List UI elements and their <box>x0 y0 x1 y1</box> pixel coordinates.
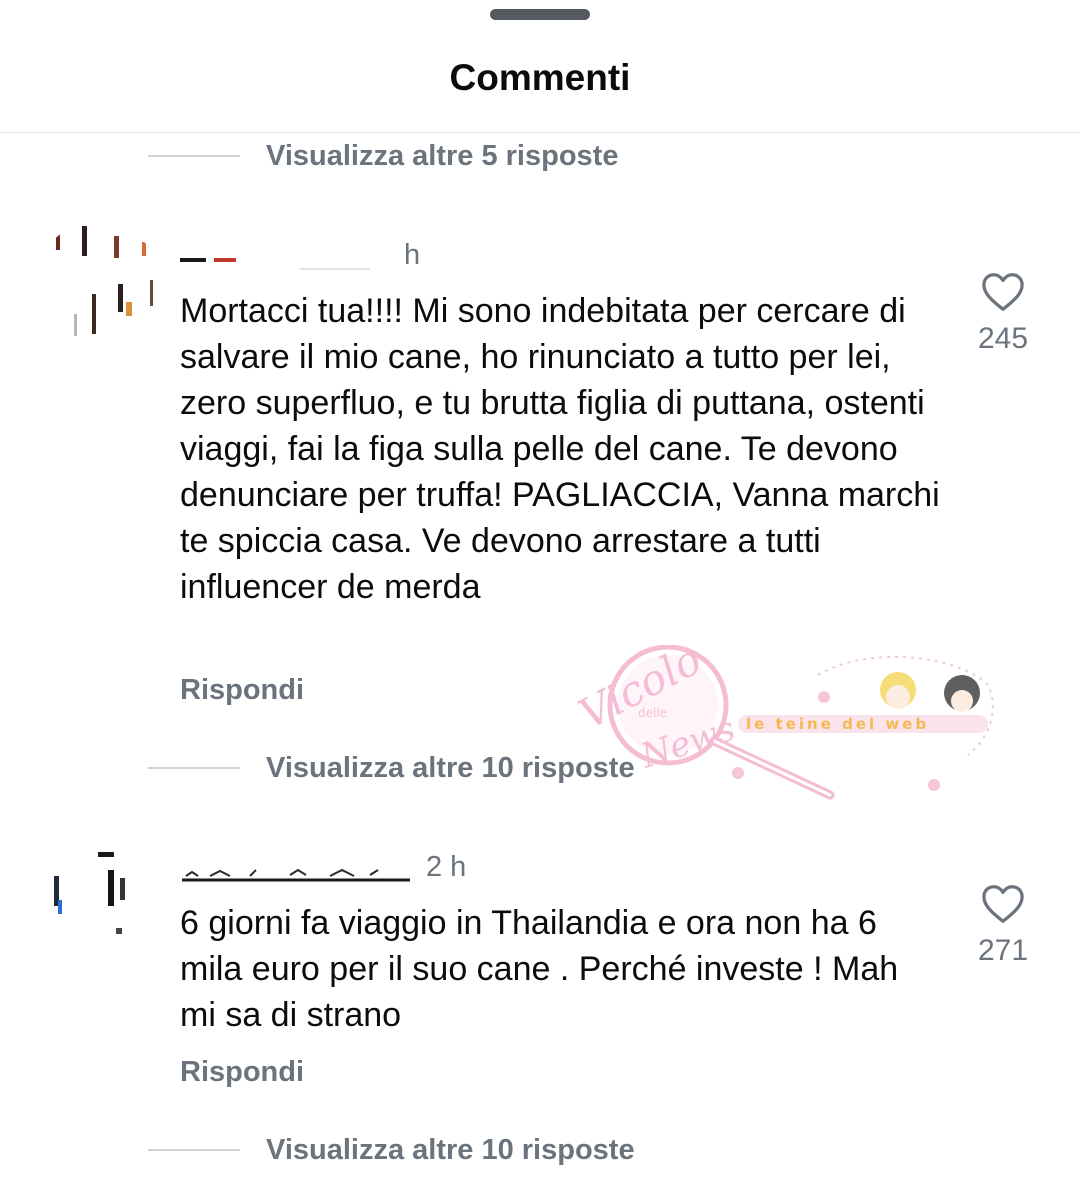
comment-time: h <box>404 239 421 271</box>
reply-button[interactable]: Rispondi <box>180 674 304 707</box>
view-more-replies[interactable]: Visualizza altre 10 risposte <box>148 748 635 788</box>
avatar[interactable] <box>34 222 162 350</box>
view-more-replies-label: Visualizza altre 5 risposte <box>266 139 619 172</box>
username-redacted[interactable] <box>180 858 412 884</box>
like-block: 245 <box>965 272 1041 356</box>
comment-text: 6 giorni fa viaggio in Thailandia e ora … <box>180 904 908 1034</box>
like-block: 271 <box>965 884 1041 968</box>
view-more-replies[interactable]: Visualizza altre 10 risposte <box>148 1130 635 1170</box>
reply-thread-line <box>148 1149 240 1151</box>
svg-text:le teine del web: le teine del web <box>746 715 929 733</box>
heart-outline-icon[interactable] <box>981 272 1025 312</box>
svg-text:News: News <box>635 709 740 777</box>
avatar[interactable] <box>46 848 142 944</box>
comment-header: h <box>180 232 420 272</box>
like-count: 271 <box>977 934 1029 967</box>
reply-thread-line <box>148 155 240 157</box>
sheet-title: Commenti <box>449 57 631 98</box>
like-count: 245 <box>977 322 1029 355</box>
drag-handle[interactable] <box>490 9 590 20</box>
avatar-image <box>34 222 162 350</box>
username-redacted[interactable] <box>180 248 390 272</box>
view-more-replies-label: Visualizza altre 10 risposte <box>266 751 635 784</box>
view-more-replies-top[interactable]: Visualizza altre 5 risposte <box>148 136 618 176</box>
heart-outline-icon[interactable] <box>981 884 1025 924</box>
comment-text: Mortacci tua!!!! Mi sono indebitata per … <box>180 292 950 606</box>
svg-text:delle: delle <box>638 706 667 720</box>
view-more-replies-label: Visualizza altre 10 risposte <box>266 1133 635 1166</box>
avatar-image <box>46 848 142 944</box>
reply-button[interactable]: Rispondi <box>180 1056 304 1089</box>
svg-text:Vicolo: Vicolo <box>571 645 709 739</box>
comment-time: 2 h <box>426 851 467 883</box>
header-divider <box>0 132 1080 133</box>
reply-thread-line <box>148 767 240 769</box>
comment-header: 2 h <box>180 844 466 884</box>
